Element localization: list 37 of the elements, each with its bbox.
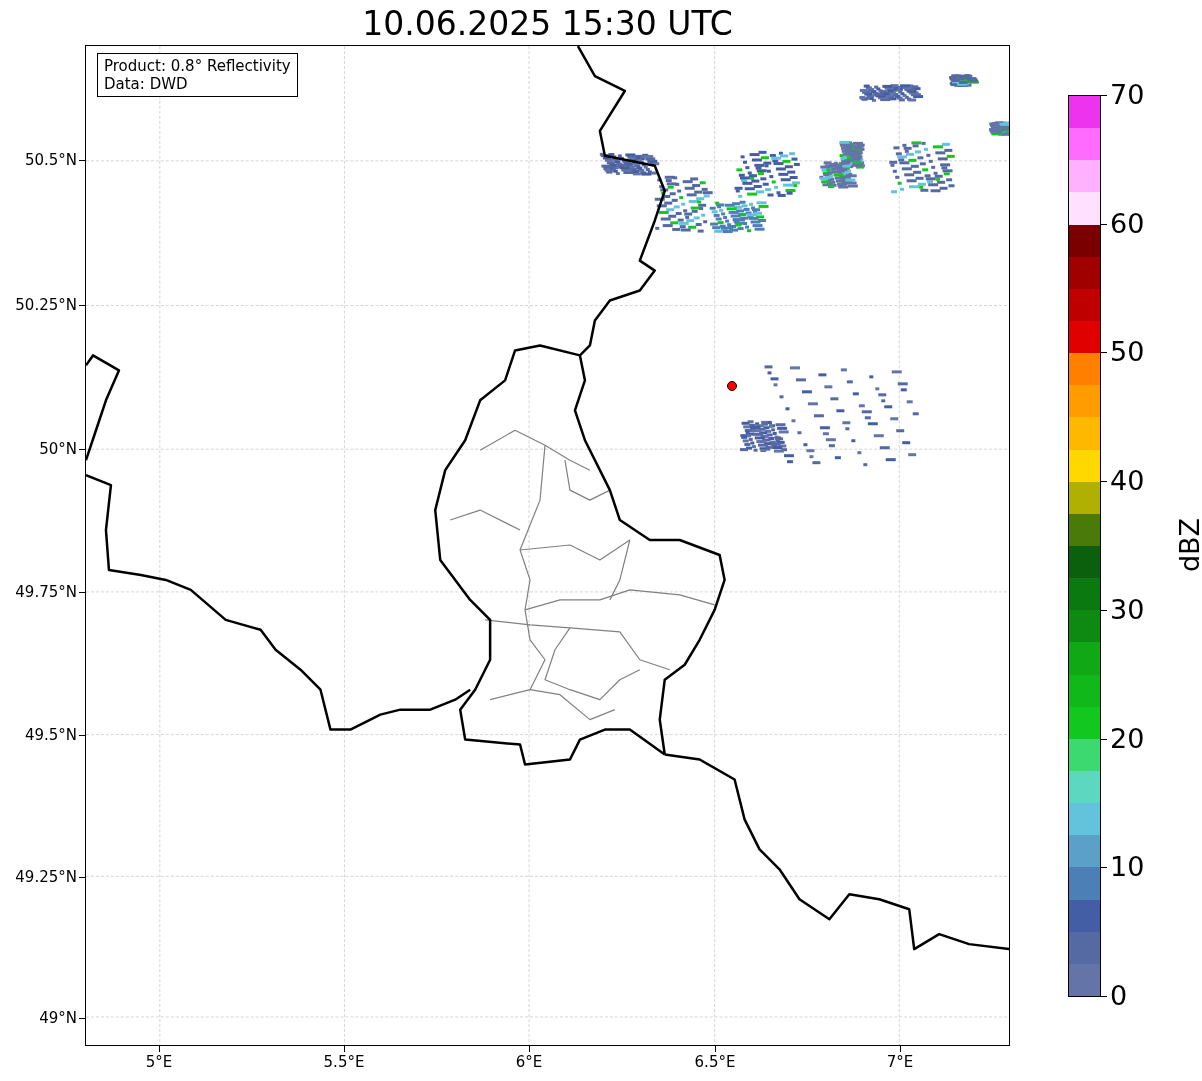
colorbar-tick-label: 0 (1110, 981, 1128, 1011)
tick-mark (79, 305, 85, 306)
axis-tick-label: 7°E (885, 1053, 915, 1071)
colorbar-tick-label: 30 (1110, 594, 1145, 625)
tick-mark (900, 1046, 901, 1052)
axis-tick-label: 5°E (144, 1053, 174, 1071)
tick-mark (79, 449, 85, 450)
axis-tick-label: 50.5°N (24, 151, 77, 169)
tick-mark (344, 1046, 345, 1052)
tick-mark (79, 592, 85, 593)
tick-mark (79, 735, 85, 736)
legend-text: Data: DWD (104, 75, 189, 93)
axis-tick-label: 49.5°N (24, 726, 77, 744)
colorbar-label: dBZ (1175, 517, 1202, 573)
colorbar-tick-label: 60 (1110, 208, 1145, 239)
axis-tick-label: 49°N (39, 1009, 77, 1027)
colorbar-tick-label: 70 (1110, 80, 1145, 110)
axis-tick-label: 6°E (514, 1053, 544, 1071)
tick-mark (79, 160, 85, 161)
axis-tick-label: 50.25°N (15, 296, 77, 314)
tick-mark (715, 1046, 716, 1052)
colorbar-tick-label: 10 (1110, 852, 1145, 883)
tick-mark (159, 1046, 160, 1052)
axis-tick-label: 49.25°N (15, 868, 77, 886)
legend-text: Product: 0.8° Reflectivity (104, 57, 291, 75)
radar-site-marker (727, 381, 737, 391)
colorbar-tick-label: 20 (1110, 723, 1145, 754)
axis-tick-label: 6.5°E (693, 1053, 737, 1071)
tick-mark (529, 1046, 530, 1052)
chart-title: 10.06.2025 15:30 UTC (361, 4, 734, 44)
axis-tick-label: 50°N (39, 440, 77, 458)
colorbar-tick-label: 50 (1110, 337, 1145, 368)
tick-mark (79, 1018, 85, 1019)
axis-tick-label: 5.5°E (322, 1053, 366, 1071)
colorbar-tick-label: 40 (1110, 466, 1145, 497)
axis-tick-label: 49.75°N (15, 583, 77, 601)
tick-mark (79, 877, 85, 878)
